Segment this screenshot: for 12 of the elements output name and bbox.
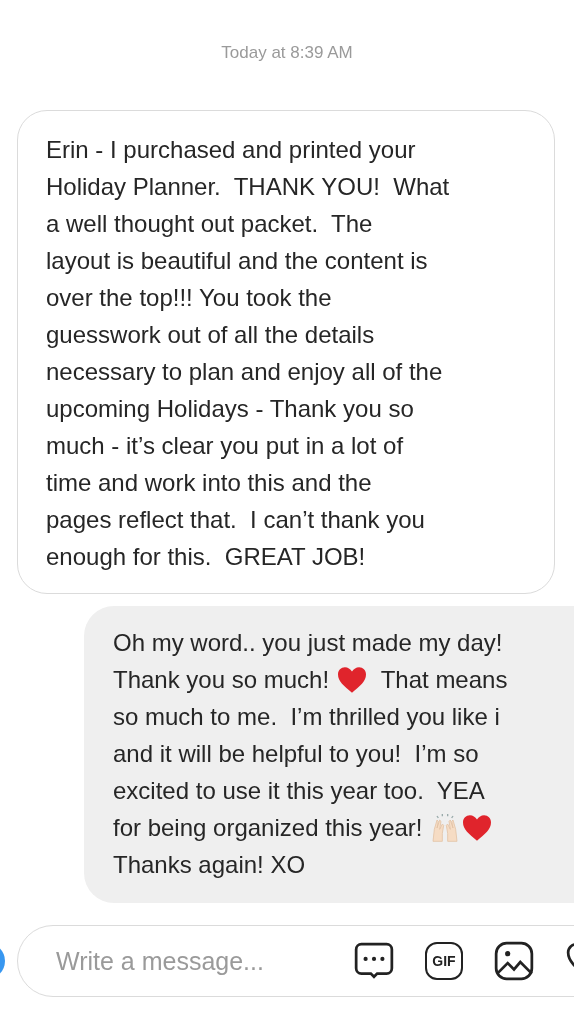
- timestamp: Today at 8:39 AM: [220, 43, 354, 63]
- message-text: excited to use it this year too. YEA: [113, 775, 485, 806]
- message-text: so much to me. I’m thrilled you like i: [113, 701, 500, 732]
- message-text: Thank you so much!: [113, 664, 331, 695]
- gif-button[interactable]: GIF: [425, 942, 463, 980]
- message-text: Oh my word.. you just made my day!: [113, 627, 503, 658]
- message-text: Erin - I purchased and printed your Holiday Planner. THANK YOU! What a well thought out packet. The layout is beautiful and the content is over the top!!! You took the guesswork out of all the details necessary to plan and enjoy all of the upcoming Holidays - Thank you so much - it’s clear you put in a lot of time and work into this and the pages reflect that. I can’t thank you enough for this. GREAT JOB!: [46, 135, 450, 572]
- message-text: for being organized this year!: [113, 812, 424, 843]
- message-field[interactable]: Write a message...: [54, 945, 323, 977]
- message-text: That means: [379, 664, 508, 695]
- message-text: Thanks again! XO: [113, 849, 306, 880]
- message-text: and it will be helpful to you! I’m so: [113, 738, 479, 769]
